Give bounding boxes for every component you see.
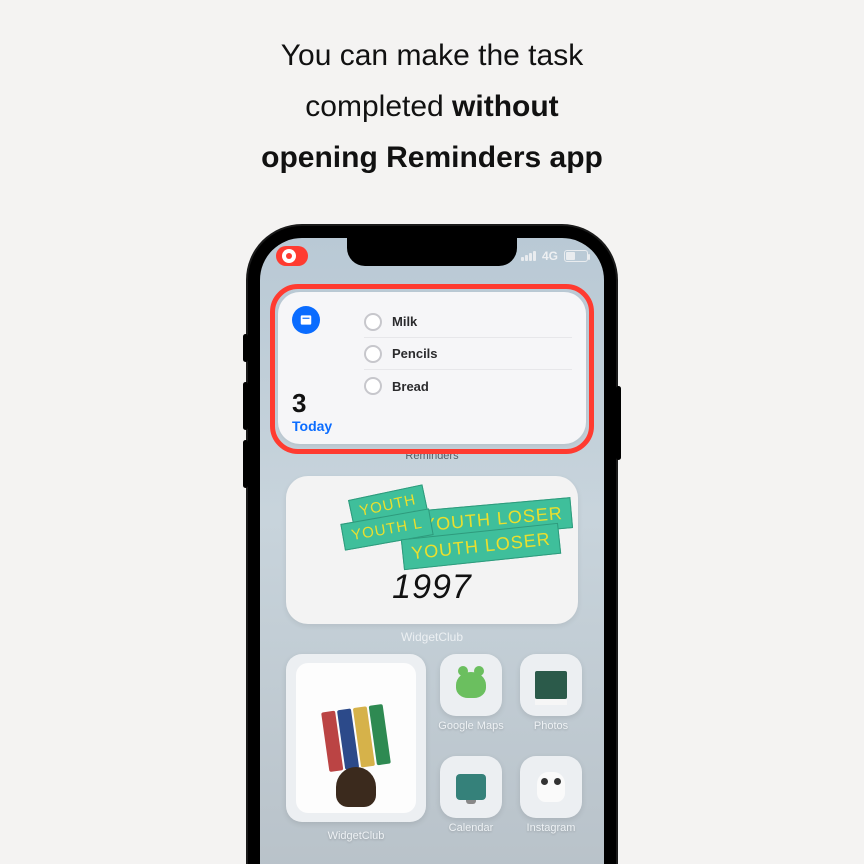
reminders-count: 3 bbox=[292, 390, 364, 416]
volume-up-button[interactable] bbox=[243, 382, 248, 430]
headline-line-2a: completed bbox=[305, 90, 452, 123]
network-label: 4G bbox=[542, 249, 558, 263]
app-label: Instagram bbox=[527, 822, 576, 834]
reminder-title: Pencils bbox=[392, 346, 438, 361]
reminder-title: Bread bbox=[392, 379, 429, 394]
books-image bbox=[296, 663, 416, 813]
app-instagram[interactable]: Instagram bbox=[516, 756, 586, 848]
notch bbox=[347, 238, 517, 266]
checkbox-icon[interactable] bbox=[364, 345, 382, 363]
retro-computer-icon bbox=[456, 774, 486, 800]
app-label: WidgetClub bbox=[328, 830, 385, 842]
reminders-today-icon bbox=[292, 306, 320, 334]
reminders-widget-label: Reminders bbox=[260, 450, 604, 462]
reminders-list: Milk Pencils Bread bbox=[364, 306, 572, 434]
home-screen-apps: WidgetClub Google Maps Photos Calendar I… bbox=[286, 654, 578, 848]
battery-icon bbox=[564, 250, 588, 262]
cow-icon bbox=[537, 772, 565, 802]
mute-switch[interactable] bbox=[243, 334, 248, 362]
sticker-year: 1997 bbox=[286, 568, 578, 607]
app-label: Google Maps bbox=[438, 720, 503, 732]
volume-down-button[interactable] bbox=[243, 440, 248, 488]
widgetclub-widget-label: WidgetClub bbox=[260, 630, 604, 644]
app-calendar[interactable]: Calendar bbox=[436, 756, 506, 848]
checkbox-icon[interactable] bbox=[364, 377, 382, 395]
reminders-widget[interactable]: 3 Today Milk Pencils Bread bbox=[278, 292, 586, 444]
headline-line-2b: without bbox=[452, 90, 559, 123]
promo-headline: You can make the task completed without … bbox=[0, 30, 864, 183]
frog-icon bbox=[456, 672, 486, 698]
headline-line-1: You can make the task bbox=[281, 39, 583, 72]
reminder-title: Milk bbox=[392, 314, 417, 329]
reminder-item[interactable]: Pencils bbox=[364, 338, 572, 370]
screen-recording-pill[interactable] bbox=[276, 246, 308, 266]
power-button[interactable] bbox=[616, 386, 621, 460]
app-google-maps[interactable]: Google Maps bbox=[436, 654, 506, 746]
polaroid-icon bbox=[535, 671, 567, 699]
checkbox-icon[interactable] bbox=[364, 313, 382, 331]
record-icon bbox=[282, 249, 296, 263]
signal-bars-icon bbox=[521, 251, 536, 261]
app-label: Photos bbox=[534, 720, 568, 732]
headline-line-3: opening Reminders app bbox=[261, 141, 603, 174]
phone-screen: 4G 3 Today Milk bbox=[260, 238, 604, 864]
reminder-item[interactable]: Milk bbox=[364, 306, 572, 338]
reminders-today-label: Today bbox=[292, 418, 364, 434]
phone-frame: 4G 3 Today Milk bbox=[248, 226, 616, 864]
reminder-item[interactable]: Bread bbox=[364, 370, 572, 402]
widgetclub-widget[interactable]: YOUTH YOUTH LOSER YOUTH L YOUTH LOSER 19… bbox=[286, 476, 578, 624]
app-label: Calendar bbox=[449, 822, 494, 834]
app-photos[interactable]: Photos bbox=[516, 654, 586, 746]
app-widgetclub-large[interactable]: WidgetClub bbox=[286, 654, 426, 848]
